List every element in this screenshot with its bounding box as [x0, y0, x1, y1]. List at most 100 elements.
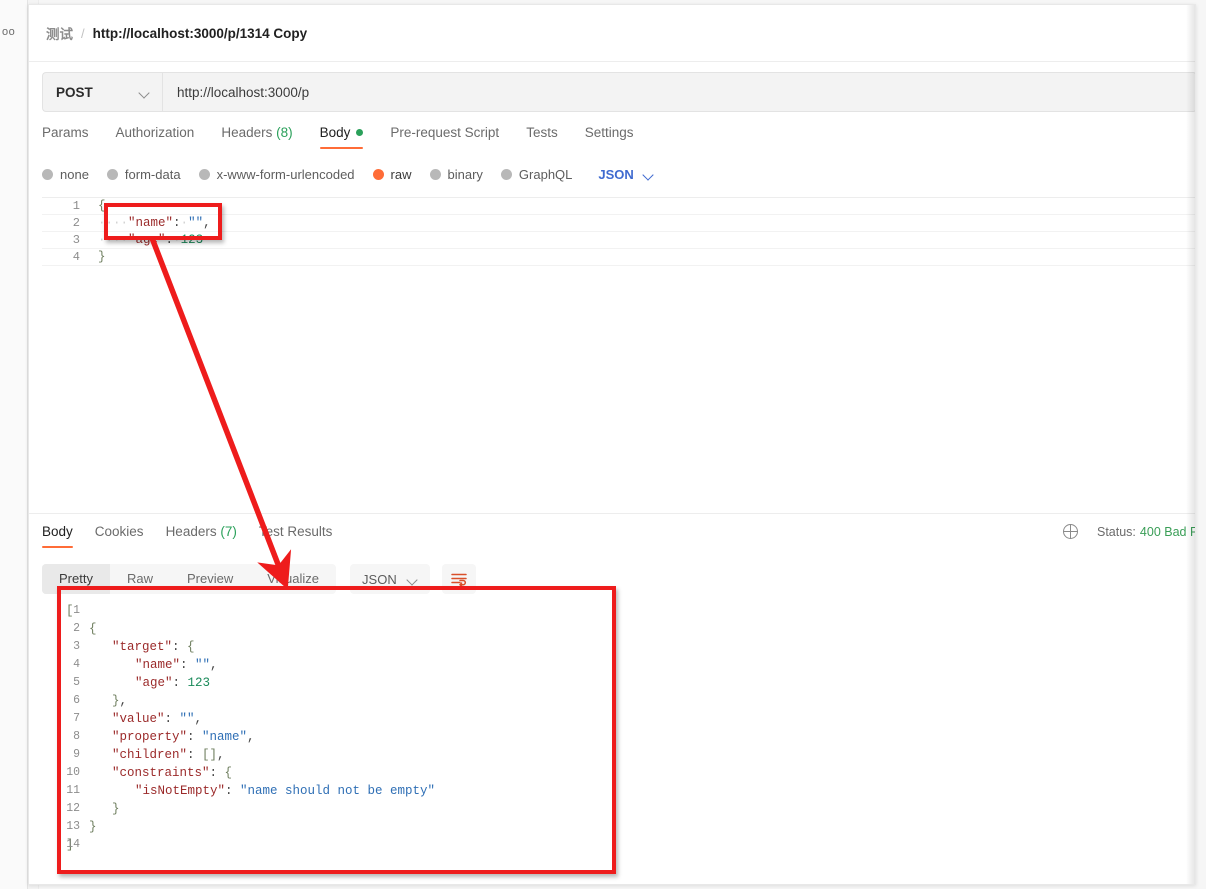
radio-icon — [500, 168, 512, 180]
code-token: , — [119, 694, 128, 708]
code-token: "constraints" — [112, 766, 210, 780]
code-token: "property" — [112, 730, 188, 744]
code-content: "target": { — [112, 638, 195, 656]
request-tab-headers[interactable]: Headers (8) — [221, 125, 292, 149]
request-tab-tests[interactable]: Tests — [526, 125, 558, 149]
request-tab-pre-request-script[interactable]: Pre-request Script — [390, 125, 499, 149]
response-tabs: Body Cookies Headers (7) Test Results — [42, 524, 354, 548]
line-number: 7 — [73, 712, 80, 725]
code-token: "target" — [112, 640, 173, 654]
code-token: "" — [195, 658, 211, 672]
code-token: } — [89, 820, 97, 834]
wrap-text-button[interactable] — [441, 564, 476, 594]
line-number: 3 — [73, 640, 80, 653]
line-number: 2 — [73, 622, 80, 635]
code-token: : — [180, 658, 196, 672]
line-number: 12 — [66, 802, 80, 815]
view-mode-pretty[interactable]: Pretty — [42, 564, 110, 594]
code-line: 9 "children": [], — [42, 746, 1195, 764]
code-line: 10 "constraints": { — [42, 764, 1195, 782]
code-token: "name" — [135, 658, 181, 672]
http-method-select[interactable]: POST — [42, 72, 162, 112]
response-pane: Body Cookies Headers (7) Test Results Statu… — [29, 513, 1195, 884]
code-line: 7 "value": "", — [42, 710, 1195, 728]
response-tab-body[interactable]: Body — [42, 524, 73, 548]
line-number: 2 — [72, 216, 80, 230]
code-line: 14] — [42, 836, 1195, 854]
body-format-label: JSON — [598, 166, 634, 182]
code-token: ···· — [98, 233, 129, 247]
request-tab-body[interactable]: Body — [319, 125, 364, 149]
response-tab-cookies[interactable]: Cookies — [95, 524, 144, 548]
body-type-binary[interactable]: binary — [429, 167, 483, 182]
body-type-label: GraphQL — [518, 166, 573, 182]
code-content: } — [89, 818, 97, 836]
response-body-code[interactable]: 1[2{3 "target": {4 "name": "", 5 "age": 123 6… — [42, 602, 1195, 854]
response-status: Status: 400 Bad R — [1062, 523, 1195, 540]
tab-label: Cookies — [94, 524, 144, 539]
code-content: "property": "name", — [112, 728, 255, 746]
code-token: 123 — [180, 233, 204, 247]
code-content: "name": "", — [135, 656, 218, 674]
code-token: "" — [188, 216, 204, 230]
code-content: "constraints": { — [112, 764, 232, 782]
chevron-down-icon — [407, 576, 418, 583]
http-method-label: POST — [56, 84, 93, 100]
request-body-editor[interactable]: 1{2 ····"name":·"", 3 ····"age":·123 4} — [42, 197, 1195, 510]
request-tab-settings[interactable]: Settings — [585, 125, 634, 149]
tab-label: Headers — [221, 125, 273, 140]
body-format-select[interactable]: JSON — [598, 167, 653, 182]
response-body-editor[interactable]: 1[2{3 "target": {4 "name": "", 5 "age": 123 6… — [42, 602, 1195, 882]
body-type-graphql[interactable]: GraphQL — [500, 166, 573, 182]
request-tab-authorization[interactable]: Authorization — [116, 125, 195, 149]
request-body-code[interactable]: 1{2 ····"name":·"", 3 ····"age":·123 4} — [42, 198, 1195, 266]
response-format-select[interactable]: JSON — [350, 564, 430, 594]
code-token: "name" — [202, 730, 248, 744]
breadcrumb-request-title[interactable]: http://localhost:3000/p/1314 Copy — [93, 26, 308, 41]
sidebar-truncated-label: oo — [2, 26, 16, 38]
code-content: "age": 123 — [135, 674, 210, 692]
code-token: "children" — [112, 748, 188, 762]
radio-icon — [429, 168, 441, 180]
code-line: 3 ····"age":·123 — [42, 232, 1195, 249]
code-token: "value" — [112, 712, 165, 726]
request-tab-params[interactable]: Params — [42, 125, 89, 149]
status-label: Status: — [1097, 524, 1136, 539]
view-mode-visualize[interactable]: Visualize — [250, 564, 336, 594]
code-token: "name should not be empty" — [240, 784, 436, 798]
code-content: { — [89, 620, 97, 638]
body-type-x-www-form-urlencoded[interactable]: x-www-form-urlencoded — [198, 166, 355, 182]
code-token: : — [164, 712, 180, 726]
code-content: ····"age":·123 — [98, 232, 203, 249]
radio-icon — [198, 168, 210, 180]
code-line: 3 "target": { — [42, 638, 1195, 656]
code-line: 5 "age": 123 — [42, 674, 1195, 692]
view-mode-preview[interactable]: Preview — [170, 564, 250, 594]
code-token: , — [194, 712, 203, 726]
response-tab-test-results[interactable]: Test Results — [259, 524, 333, 548]
tab-label: Tests — [526, 125, 558, 140]
response-tab-headers[interactable]: Headers (7) — [166, 524, 237, 548]
line-number: 13 — [66, 820, 80, 833]
code-token: : — [187, 730, 203, 744]
code-token: : — [173, 216, 181, 230]
code-token: : — [209, 766, 225, 780]
code-content: } — [98, 249, 106, 266]
url-input[interactable]: http://localhost:3000/p — [162, 72, 1195, 112]
line-number: 4 — [73, 658, 80, 671]
body-type-label: x-www-form-urlencoded — [216, 166, 355, 182]
radio-icon — [372, 168, 384, 180]
body-type-raw[interactable]: raw — [372, 167, 412, 182]
body-type-form-data[interactable]: form-data — [106, 167, 181, 182]
code-token: : — [225, 784, 241, 798]
code-token: "name" — [128, 216, 174, 230]
view-mode-raw[interactable]: Raw — [110, 564, 170, 594]
code-content: } — [112, 800, 120, 818]
code-token: [] — [202, 748, 218, 762]
code-token: , — [210, 658, 218, 672]
code-token: · — [173, 233, 181, 247]
line-number: 14 — [66, 838, 80, 851]
body-type-none[interactable]: none — [42, 167, 89, 182]
breadcrumb-workspace[interactable]: 测试 — [46, 23, 73, 43]
line-number: 11 — [66, 784, 80, 797]
